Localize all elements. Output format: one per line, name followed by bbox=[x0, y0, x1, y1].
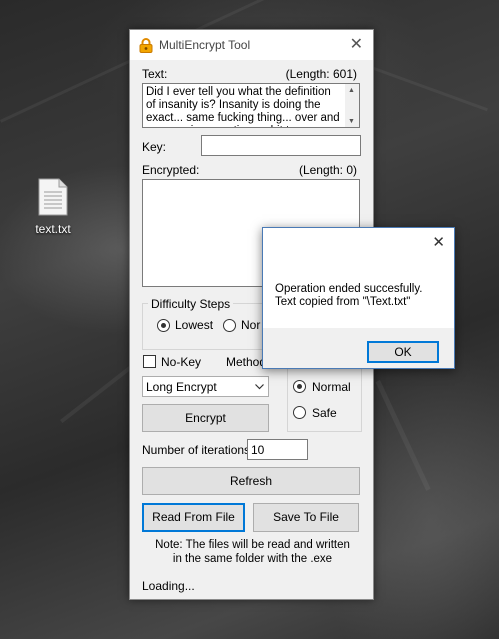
lock-icon bbox=[139, 38, 153, 53]
message-dialog: ✕ Operation ended succesfully. Text copi… bbox=[262, 227, 455, 369]
dialog-footer: OK bbox=[263, 328, 454, 368]
encrypted-label: Encrypted: bbox=[142, 163, 200, 177]
dialog-message-line-2: Text copied from "\Text.txt" bbox=[275, 296, 411, 308]
text-input[interactable]: Did I ever tell you what the definition … bbox=[142, 83, 360, 128]
chevron-down-icon bbox=[255, 384, 264, 390]
title-bar[interactable]: MultiEncrypt Tool ✕ bbox=[130, 30, 373, 60]
iterations-input[interactable]: 10 bbox=[247, 439, 308, 460]
read-from-file-button[interactable]: Read From File bbox=[142, 503, 245, 532]
desktop-file-text-txt[interactable]: text.txt bbox=[28, 178, 78, 236]
nokey-checkbox[interactable] bbox=[143, 355, 156, 368]
mode-safe-label: Safe bbox=[312, 406, 337, 420]
note-line-1: Note: The files will be read and written bbox=[155, 539, 350, 551]
scroll-down-icon[interactable]: ▼ bbox=[348, 118, 355, 125]
mode-normal-label: Normal bbox=[312, 380, 351, 394]
nokey-label: No-Key bbox=[161, 355, 202, 369]
mode-safe-radio[interactable] bbox=[293, 406, 306, 419]
method-select[interactable]: Long Encrypt bbox=[142, 376, 269, 397]
encrypted-length-label: (Length: 0) bbox=[298, 163, 357, 177]
close-icon[interactable]: ✕ bbox=[432, 233, 445, 251]
method-label: Method bbox=[226, 355, 267, 369]
dialog-message: Operation ended succesfully. Text copied… bbox=[275, 283, 422, 309]
text-file-icon bbox=[38, 178, 68, 216]
window-title: MultiEncrypt Tool bbox=[159, 38, 251, 52]
encrypt-button[interactable]: Encrypt bbox=[142, 404, 269, 432]
key-input[interactable] bbox=[201, 135, 361, 156]
mode-normal-radio[interactable] bbox=[293, 380, 306, 393]
text-input-content: Did I ever tell you what the definition … bbox=[146, 86, 340, 127]
dialog-message-line-1: Operation ended succesfully. bbox=[275, 283, 423, 295]
difficulty-lowest-radio[interactable] bbox=[157, 319, 170, 332]
iterations-label: Number of iterations: bbox=[142, 443, 254, 457]
status-text: Loading... bbox=[142, 579, 195, 593]
iterations-input-value: 10 bbox=[251, 443, 265, 457]
difficulty-lowest-label: Lowest bbox=[175, 318, 214, 332]
text-label: Text: bbox=[142, 67, 168, 81]
difficulty-normal-radio[interactable] bbox=[223, 319, 236, 332]
close-icon[interactable]: ✕ bbox=[350, 34, 363, 54]
desktop-file-label: text.txt bbox=[35, 222, 71, 236]
ok-button[interactable]: OK bbox=[367, 341, 439, 363]
method-mode-group bbox=[287, 367, 362, 432]
save-to-file-button[interactable]: Save To File bbox=[253, 503, 359, 532]
text-length-label: (Length: 601) bbox=[285, 67, 357, 81]
note-text: Note: The files will be read and written… bbox=[130, 538, 375, 566]
key-label: Key: bbox=[142, 140, 167, 154]
refresh-button[interactable]: Refresh bbox=[142, 467, 360, 495]
note-line-2: in the same folder with the .exe bbox=[172, 553, 333, 565]
difficulty-group-title: Difficulty Steps bbox=[148, 297, 234, 311]
scroll-up-icon[interactable]: ▲ bbox=[348, 87, 355, 94]
difficulty-normal-label: Nor bbox=[241, 318, 261, 332]
method-select-value: Long Encrypt bbox=[146, 380, 217, 394]
text-scrollbar[interactable]: ▲ ▼ bbox=[345, 84, 359, 127]
